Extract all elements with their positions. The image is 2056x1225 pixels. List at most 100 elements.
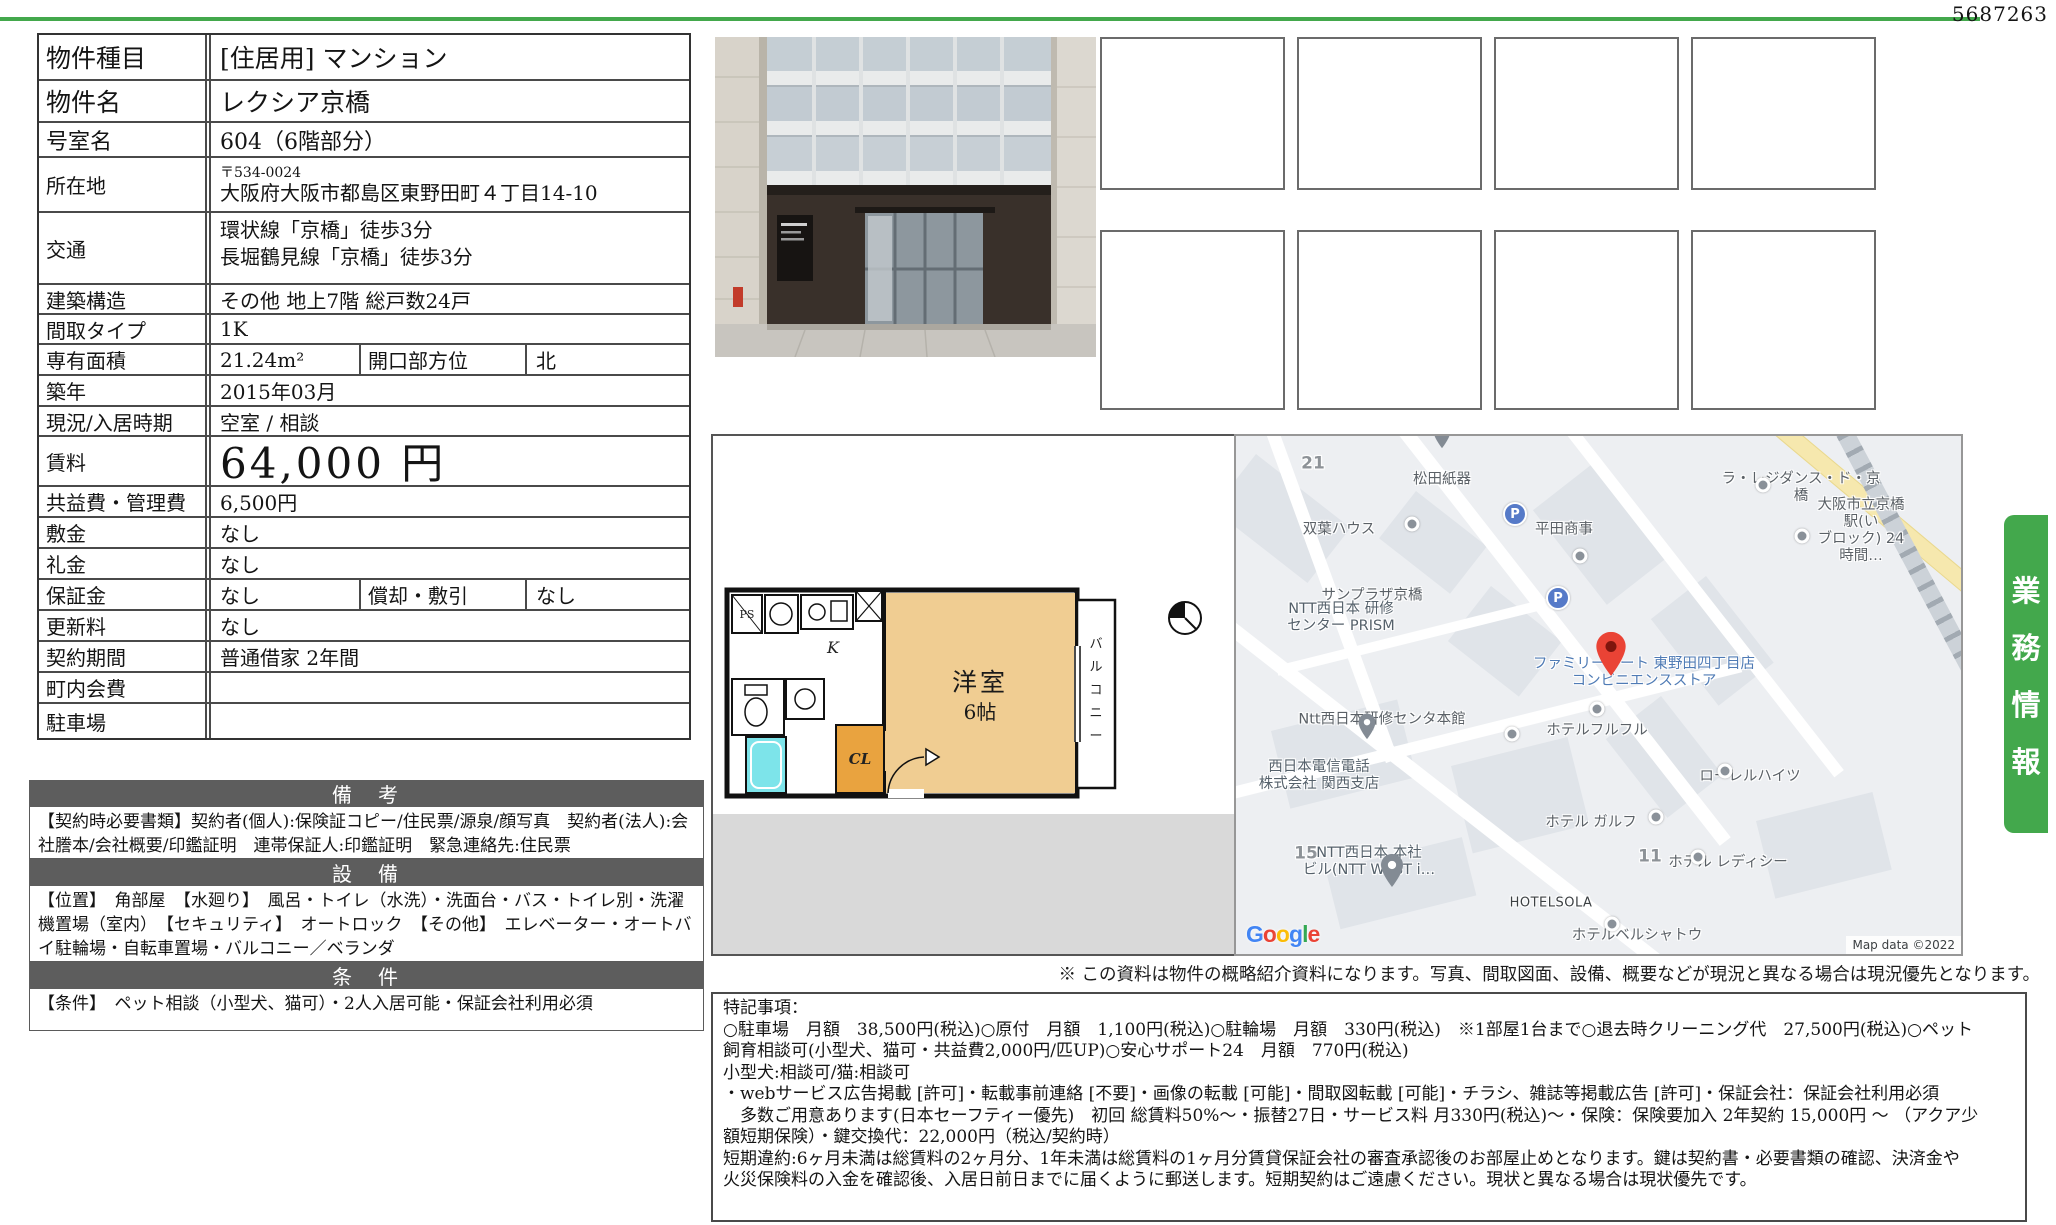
map-pin-icon	[1434, 434, 1451, 452]
row-value: レクシア京橋	[209, 81, 689, 121]
row-label: 物件種目	[39, 35, 207, 79]
notes-line: ○駐車場 月額 38,500円(税込)○原付 月額 1,100円(税込)○駐輪場…	[723, 1020, 2015, 1042]
map-label: ファミリーマート 東野田四丁目店 コンビニエンスストア	[1533, 656, 1755, 690]
map-label: NTT西日本 本社 ビル(NTT WEST i…	[1303, 845, 1435, 879]
row-label: 交通	[39, 213, 207, 283]
photo-placeholder	[1100, 37, 1285, 190]
photo-placeholder	[1100, 230, 1285, 410]
map-pin-icon	[1405, 517, 1420, 532]
row-label: 開口部方位	[359, 345, 525, 374]
notes-line: 飼育相談可(小型犬、猫可・共益費2,000円/匹UP)○安心サポート24 月額 …	[723, 1041, 2015, 1063]
map-label: ホテル ガルフ	[1545, 815, 1637, 832]
map-pin-icon	[1505, 727, 1520, 742]
row-value: 6,500円	[209, 487, 689, 516]
address: 大阪府大阪市都島区東野田町４丁目14-10	[220, 181, 598, 205]
table-row: 物件名 レクシア京橋	[39, 79, 689, 121]
transport-line: 環状線「京橋」徒歩3分	[220, 217, 433, 244]
table-row: 駐車場	[39, 702, 689, 738]
notes-line: 小型犬:相談可/猫:相談可	[723, 1063, 2015, 1085]
svg-text:PS: PS	[740, 608, 755, 621]
row-label: 償却・敷引	[359, 580, 525, 609]
top-accent-line	[0, 17, 1980, 21]
svg-text:CL: CL	[849, 750, 872, 768]
row-value: なし	[209, 518, 689, 547]
location-map[interactable]: Google Map data ©2022 21松田紙器ラ・レジダンス・ド・京橋…	[1234, 434, 1963, 956]
row-label: 敷金	[39, 518, 207, 547]
notes-line: 多数ご用意あります(日本セーフティー優先) 初回 総賃料50%～・振替27日・サ…	[723, 1106, 2015, 1128]
row-value	[209, 673, 689, 702]
map-label: 松田紙器	[1413, 472, 1471, 489]
map-label: 大阪市立京橋駅(い ブロック) 24時間…	[1811, 497, 1911, 565]
map-label: 平田商事	[1535, 522, 1593, 539]
table-row: 礼金 なし	[39, 547, 689, 578]
row-value: 〒534-0024 大阪府大阪市都島区東野田町４丁目14-10	[209, 158, 689, 211]
map-pin-icon	[1691, 850, 1706, 865]
photo-placeholder	[1297, 230, 1482, 410]
table-row-rent: 賃料 64,000 円	[39, 435, 689, 485]
notes-line: 火災保険料の入金を確認後、入居日前日までに届くように郵送します。短期契約はご遠慮…	[723, 1170, 2015, 1192]
row-label: 専有面積	[39, 345, 207, 374]
special-notes-box: 特記事項： ○駐車場 月額 38,500円(税込)○原付 月額 1,100円(税…	[711, 992, 2027, 1222]
row-value: [住居用] マンション	[209, 35, 689, 79]
conditions-header: 条 件	[29, 962, 704, 989]
parking-icon: P	[1546, 586, 1570, 610]
row-label: 号室名	[39, 123, 207, 156]
photo-placeholder	[1691, 37, 1876, 190]
map-pin-icon	[1756, 478, 1771, 493]
photo-placeholder	[1691, 230, 1876, 410]
rent-value: 64,000 円	[209, 437, 689, 485]
business-info-tab-char: 務	[2011, 625, 2040, 667]
table-row-address: 所在地 〒534-0024 大阪府大阪市都島区東野田町４丁目14-10	[39, 156, 689, 211]
map-pin-icon	[1649, 810, 1664, 825]
property-sheet-page: 5687263 物件種目 [住居用] マンション 物件名 レクシア京橋 号室名 …	[0, 0, 2056, 1225]
photo-placeholder	[1494, 230, 1679, 410]
row-label: 町内会費	[39, 673, 207, 702]
floorplan-drawing: バルコニー PS K	[723, 586, 1223, 811]
row-label: 賃料	[39, 437, 207, 485]
row-label: 更新料	[39, 611, 207, 640]
table-row-deposit: 保証金 なし 償却・敷引 なし	[39, 578, 689, 609]
row-label: 物件名	[39, 81, 207, 121]
conditions-text: 【条件】 ペット相談（小型犬、猫可）・2人入居可能・保証会社利用必須	[29, 989, 704, 1031]
map-pin-icon	[1718, 764, 1733, 779]
amortization-value: なし	[525, 580, 689, 609]
map-label: ローレルハイツ	[1699, 769, 1800, 786]
transport-line: 長堀鶴見線「京橋」徒歩3分	[220, 244, 473, 271]
row-label: 現況/入居時期	[39, 407, 207, 435]
remarks-header: 備 考	[29, 780, 704, 807]
equipment-header: 設 備	[29, 859, 704, 886]
table-row: 建築構造 その他 地上7階 総戸数24戸	[39, 283, 689, 313]
business-info-tab[interactable]: 業務情報	[2004, 515, 2048, 833]
table-row-area: 専有面積 21.24m² 開口部方位 北	[39, 343, 689, 374]
row-value: その他 地上7階 総戸数24戸	[209, 285, 689, 313]
google-logo[interactable]: Google	[1246, 921, 1319, 948]
row-label: 契約期間	[39, 642, 207, 671]
svg-text:洋室: 洋室	[952, 668, 1008, 697]
row-value: 普通借家 2年間	[209, 642, 689, 671]
map-pin-icon	[1381, 854, 1403, 891]
photo-placeholder	[1297, 37, 1482, 190]
map-pin-icon	[1359, 713, 1376, 743]
notes-line: 額短期保険）・鍵交換代：22,000円（税込/契約時）	[723, 1127, 2015, 1149]
map-label: 西日本電信電話 株式会社 関西支店	[1259, 759, 1380, 793]
business-info-tab-char: 報	[2011, 739, 2040, 781]
equipment-text: 【位置】 角部屋 【水廻り】 風呂・トイレ（水洗）・洗面台・バス・トイレ別・洗濯…	[29, 886, 704, 962]
map-pin-icon	[1605, 917, 1620, 932]
map-attribution: Map data ©2022	[1846, 936, 1961, 954]
row-value	[209, 704, 689, 738]
row-value: 604（6階部分）	[209, 123, 689, 156]
business-info-tab-char: 情	[2011, 682, 2040, 724]
row-value: 2015年03月	[209, 376, 689, 405]
table-row-transport: 交通 環状線「京橋」徒歩3分 長堀鶴見線「京橋」徒歩3分	[39, 211, 689, 283]
map-pin-icon	[1590, 702, 1605, 717]
svg-text:6帖: 6帖	[964, 700, 997, 724]
table-row: 築年 2015年03月	[39, 374, 689, 405]
property-location-pin-icon	[1596, 632, 1626, 680]
table-row: 間取タイプ 1K	[39, 313, 689, 343]
map-pin-icon	[1573, 549, 1588, 564]
property-table: 物件種目 [住居用] マンション 物件名 レクシア京橋 号室名 604（6階部分…	[37, 33, 691, 740]
remarks-text: 【契約時必要書類】契約者(個人):保険証コピー/住民票/源泉/顔写真 契約者(法…	[29, 807, 704, 859]
facing-value: 北	[525, 345, 689, 374]
building-photo-image	[715, 37, 1096, 357]
floorplan-panel: バルコニー PS K	[711, 434, 1238, 956]
